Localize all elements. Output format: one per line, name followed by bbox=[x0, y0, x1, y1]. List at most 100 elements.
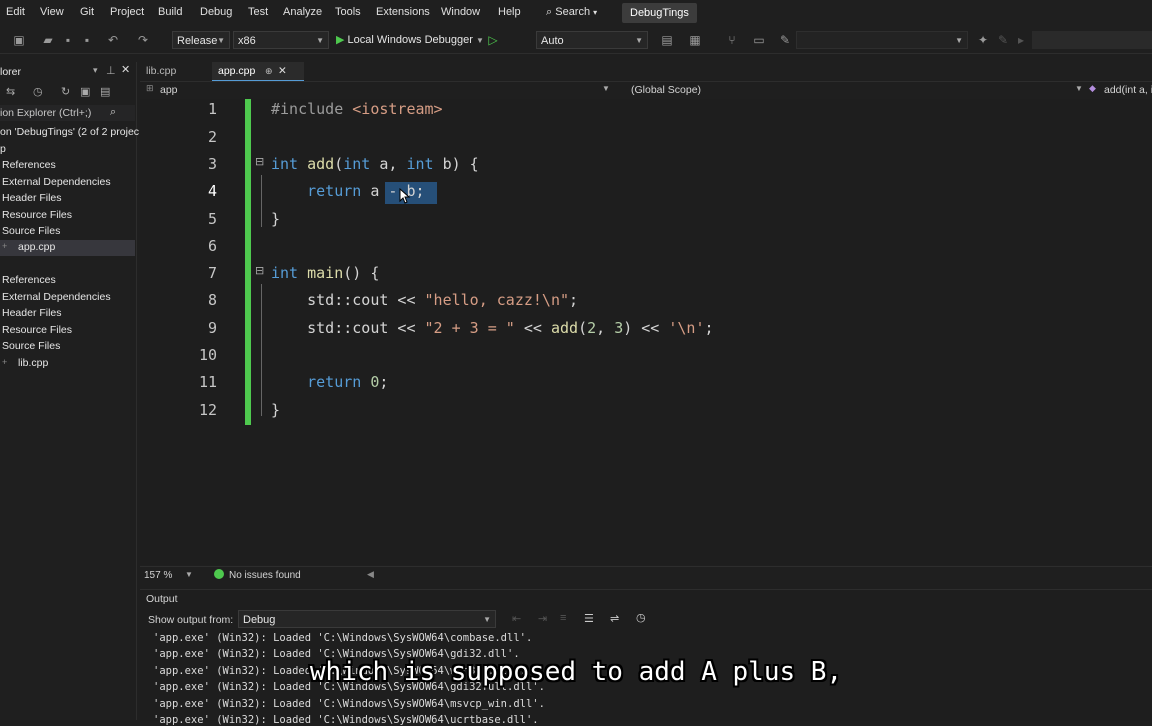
extra-search-field[interactable] bbox=[1032, 31, 1152, 49]
start-debugger-button[interactable]: ▶ Local Windows Debugger ▼ bbox=[336, 33, 484, 46]
tree-item[interactable]: External Dependencies bbox=[2, 291, 111, 303]
menu-edit[interactable]: Edit bbox=[6, 6, 25, 18]
prev-icon[interactable]: ⇤ bbox=[512, 612, 521, 625]
menu-git[interactable]: Git bbox=[80, 6, 94, 18]
word-wrap-icon[interactable]: ⇌ bbox=[610, 612, 619, 625]
redo-icon[interactable]: ↷ bbox=[136, 33, 150, 47]
save-icon[interactable]: ▪ bbox=[61, 33, 75, 47]
new-project-icon[interactable]: ▣ bbox=[12, 33, 26, 47]
code-line: return 0; bbox=[307, 373, 389, 391]
collapse-icon[interactable]: ⊟ bbox=[255, 155, 264, 168]
check-icon bbox=[214, 569, 224, 579]
menu-build[interactable]: Build bbox=[158, 6, 182, 18]
close-icon[interactable]: ✕ bbox=[278, 62, 287, 80]
editor-tabs: lib.cpp app.cpp ⊕ ✕ bbox=[140, 62, 1152, 82]
menu-extensions[interactable]: Extensions bbox=[376, 6, 430, 18]
auto-dropdown[interactable]: Auto ▼ bbox=[536, 31, 648, 49]
menu-help[interactable]: Help bbox=[498, 6, 521, 18]
line-number: 10 bbox=[198, 346, 217, 364]
forward-icon[interactable]: ▸ bbox=[1014, 33, 1028, 47]
next-icon[interactable]: ⇥ bbox=[538, 612, 547, 625]
show-all-icon[interactable]: ▤ bbox=[100, 85, 110, 98]
file-icon: + bbox=[2, 241, 8, 251]
browse-icon[interactable]: ▤ bbox=[660, 33, 674, 47]
member-dropdown[interactable]: add(int a, i bbox=[1104, 84, 1152, 96]
solution-node[interactable]: on 'DebugTings' (2 of 2 projec bbox=[0, 126, 139, 138]
line-number: 3 bbox=[207, 155, 217, 173]
menu-tools[interactable]: Tools bbox=[335, 6, 361, 18]
menu-test[interactable]: Test bbox=[248, 6, 268, 18]
line-number: 7 bbox=[207, 264, 217, 282]
collapse-icon[interactable]: ⊟ bbox=[255, 264, 264, 277]
line-number: 6 bbox=[207, 237, 217, 255]
tree-item[interactable]: Source Files bbox=[2, 340, 60, 352]
search-button[interactable]: ⌕ Search ▾ bbox=[546, 6, 597, 19]
project-icon: ⊞ bbox=[146, 83, 154, 93]
search-icon: ⌕ bbox=[546, 6, 553, 18]
project-dropdown[interactable]: app bbox=[160, 84, 178, 96]
refresh-icon[interactable]: ↻ bbox=[61, 85, 70, 98]
pin-icon[interactable]: ✦ bbox=[976, 33, 990, 47]
save-all-icon[interactable]: ▪ bbox=[80, 33, 94, 47]
menu-debug[interactable]: Debug bbox=[200, 6, 232, 18]
dropdown-arrow-icon[interactable]: ▾ bbox=[93, 65, 98, 76]
tree-item[interactable]: External Dependencies bbox=[2, 176, 111, 188]
undo-icon[interactable]: ↶ bbox=[106, 33, 120, 47]
scroll-left-icon[interactable]: ◀ bbox=[367, 569, 374, 580]
tree-item[interactable]: + lib.cpp bbox=[0, 356, 135, 372]
clear-all-icon[interactable]: ☰ bbox=[584, 612, 594, 625]
menu-window[interactable]: Window bbox=[441, 6, 480, 18]
menu-bar: Edit View Git Project Build Debug Test A… bbox=[0, 0, 1152, 27]
tree-item[interactable]: Resource Files bbox=[2, 324, 72, 336]
solution-search-field[interactable]: ion Explorer (Ctrl+;) ⌕ bbox=[0, 105, 135, 121]
output-panel: Output Show output from: Debug ▼ ⇤ ⇥ ≡ ☰ … bbox=[140, 589, 1152, 726]
fold-guide bbox=[261, 284, 262, 416]
project-node[interactable]: p bbox=[0, 143, 6, 155]
pin-icon[interactable]: ⊕ bbox=[265, 62, 273, 80]
zoom-level[interactable]: 157 % bbox=[144, 570, 172, 581]
code-line: std::cout << "hello, cazz!\n"; bbox=[271, 291, 579, 309]
close-icon[interactable]: ✕ bbox=[121, 63, 130, 76]
chevron-down-icon[interactable]: ▼ bbox=[602, 84, 610, 93]
tree-item[interactable]: Resource Files bbox=[2, 209, 72, 221]
menu-view[interactable]: View bbox=[40, 6, 64, 18]
start-without-debugging-icon[interactable]: ▷ bbox=[486, 33, 500, 47]
scope-dropdown[interactable]: (Global Scope) bbox=[631, 84, 701, 96]
code-editor[interactable]: 1 2 3 4 5 6 7 8 9 10 11 12 ⊟ ⊟ #include … bbox=[140, 99, 1152, 565]
menu-analyze[interactable]: Analyze bbox=[283, 6, 322, 18]
tab-app-cpp[interactable]: app.cpp ⊕ ✕ bbox=[212, 62, 304, 82]
tree-item[interactable]: Header Files bbox=[2, 192, 62, 204]
issues-status[interactable]: No issues found bbox=[229, 570, 301, 581]
output-title: Output bbox=[146, 593, 178, 605]
tab-lib-cpp[interactable]: lib.cpp bbox=[140, 62, 182, 80]
clock-icon[interactable]: ◷ bbox=[636, 611, 646, 624]
layout-icon[interactable]: ▦ bbox=[688, 33, 702, 47]
comment-icon[interactable]: ▭ bbox=[752, 33, 766, 47]
code-line: } bbox=[271, 210, 281, 228]
find-combo[interactable]: ▼ bbox=[796, 31, 968, 49]
tree-item[interactable]: Header Files bbox=[2, 307, 62, 319]
pin-icon[interactable]: ⊥ bbox=[106, 64, 116, 77]
chevron-down-icon[interactable]: ▼ bbox=[1075, 84, 1083, 93]
menu-project[interactable]: Project bbox=[110, 6, 144, 18]
solution-name-badge[interactable]: DebugTings bbox=[622, 3, 697, 23]
pen-icon[interactable]: ✎ bbox=[778, 33, 792, 47]
find-icon[interactable]: ≡ bbox=[560, 612, 566, 624]
tree-item[interactable]: Source Files bbox=[2, 225, 60, 237]
collapse-icon[interactable]: ▣ bbox=[80, 85, 90, 98]
open-folder-icon[interactable]: ▰ bbox=[41, 33, 55, 47]
pencil-icon[interactable]: ✎ bbox=[996, 33, 1010, 47]
git-icon[interactable]: ⑂ bbox=[725, 33, 739, 47]
output-source-dropdown[interactable]: Debug ▼ bbox=[238, 610, 496, 628]
configuration-dropdown[interactable]: Release ▼ bbox=[172, 31, 230, 49]
method-icon: ◆ bbox=[1089, 83, 1096, 93]
tree-item[interactable]: References bbox=[2, 274, 56, 286]
chevron-down-icon[interactable]: ▼ bbox=[185, 570, 193, 579]
sync-icon[interactable]: ⇆ bbox=[6, 85, 15, 98]
history-icon[interactable]: ◷ bbox=[33, 85, 43, 98]
tree-item[interactable]: References bbox=[2, 159, 56, 171]
line-number: 5 bbox=[207, 210, 217, 228]
tree-item-selected[interactable]: + app.cpp bbox=[0, 240, 135, 256]
output-line: 'app.exe' (Win32): Loaded 'C:\Windows\Sy… bbox=[153, 714, 539, 726]
platform-dropdown[interactable]: x86 ▼ bbox=[233, 31, 329, 49]
